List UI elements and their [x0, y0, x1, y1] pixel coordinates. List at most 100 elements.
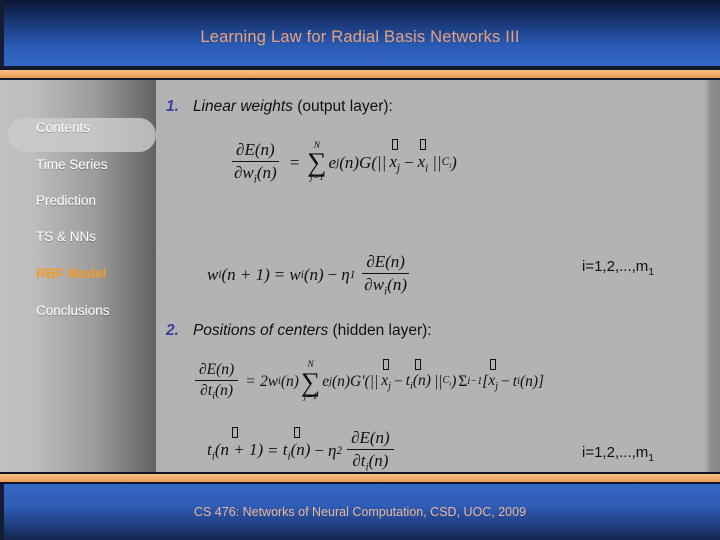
vector-arrow-glyph-icon — [415, 358, 422, 370]
slide-root: Learning Law for Radial Basis Networks I… — [0, 0, 720, 540]
sidebar-item-prediction[interactable]: Prediction — [0, 190, 156, 212]
eq3-x3-sub: j — [495, 381, 499, 393]
eq3-norm-sub: Ci — [442, 375, 451, 388]
eq2-num: ∂E(n) — [362, 252, 409, 274]
vector-arrow-glyph-icon — [419, 138, 426, 150]
eq1-e: e — [328, 152, 337, 172]
eq1-x1-sub: j — [396, 162, 400, 175]
eq3-sigma-sup: −1 — [470, 376, 483, 388]
eq3-vector-t-i: ti(n) — [406, 358, 431, 392]
eq3-t-tail: (n) — [412, 371, 431, 389]
sidebar-item-conclusions[interactable]: Conclusions — [0, 300, 156, 322]
footer-accent-divider — [0, 472, 720, 484]
eq4-equals: = — [268, 440, 278, 460]
bullet-item-1: 1. Linear weights (output layer): — [166, 98, 393, 116]
eq4-eta-sub: 2 — [336, 444, 343, 457]
eq3-minus: − — [393, 372, 403, 390]
eq2-den: ∂wi(n) — [360, 274, 411, 298]
bullet-2-number: 2. — [166, 322, 179, 339]
bullet-1-number: 1. — [166, 98, 179, 115]
eq1-mid: (n)G(|| — [339, 152, 387, 172]
eq4-lhs-tail: (n + 1) — [214, 439, 264, 459]
eq4-vector-t-lhs: ti(n + 1) — [207, 426, 264, 462]
eq4-eta: η — [328, 440, 337, 460]
equation-1-fraction: ∂E(n) ∂wi(n) — [230, 140, 281, 186]
eq2-minus: − — [327, 264, 338, 284]
header-accent-divider — [0, 70, 720, 80]
eq2-eta-sub: 1 — [349, 268, 356, 281]
eq1-close: ) — [451, 152, 457, 172]
eq1-norm: || — [432, 152, 442, 172]
eq2-den-sym: ∂w — [364, 274, 385, 294]
eq3-equals: = — [246, 372, 255, 390]
eq3-two-w: 2w — [259, 372, 279, 390]
eq3-num: ∂E(n) — [195, 361, 239, 381]
eq1-norm-c: C — [441, 155, 450, 168]
eq4-minus: − — [314, 440, 325, 460]
eq4-den-tail: (n) — [368, 450, 389, 470]
index-label-1: i=1,2,...,m1 — [582, 258, 654, 278]
index-label-1-sub: 1 — [648, 266, 655, 278]
index-label-2-text: i=1,2,...,m — [582, 444, 649, 461]
eq2-lhs-w: w — [207, 264, 219, 284]
eq3-vector-x-j-2: xj — [488, 358, 499, 393]
vector-arrow-glyph-icon — [293, 426, 300, 438]
eq3-bracket-close: ] — [538, 372, 545, 390]
sidebar: Contents Time Series Prediction TS & NNs… — [0, 80, 156, 474]
sidebar-item-contents[interactable]: Contents — [0, 117, 156, 139]
eq2-den-tail: (n) — [387, 274, 407, 294]
bullet-1-rest-text: (output layer): — [297, 98, 393, 115]
eq3-vector-x-j: xj — [381, 358, 391, 393]
sidebar-item-ts-and-nns[interactable]: TS & NNs — [0, 226, 156, 248]
page-title: Learning Law for Radial Basis Networks I… — [200, 28, 520, 46]
eq1-x2-sub: i — [425, 162, 429, 175]
eq4-vector-t-rhs: ti(n) — [283, 426, 311, 462]
equation-1-summation: N ∑ j=1 — [307, 141, 327, 184]
equation-1: ∂E(n) ∂wi(n) = N ∑ j=1 e j (n)G(|| xj − xi… — [227, 138, 457, 186]
eq1-norm-sub: Ci — [442, 156, 452, 170]
vector-arrow-glyph-icon — [383, 358, 390, 370]
equation-1-equals: = — [289, 152, 300, 172]
sidebar-item-rbf-model[interactable]: RBF Model — [0, 263, 156, 285]
bullet-2-emphasis: Positions of centers — [192, 322, 329, 339]
eq4-num: ∂E(n) — [347, 428, 394, 450]
equation-3-fraction: ∂E(n) ∂ti(n) — [195, 361, 239, 403]
equation-2: w i (n + 1) = w i (n) − η1 ∂E(n) ∂wi(n) — [207, 252, 414, 298]
eq1-sum-lower: j=1 — [310, 173, 324, 184]
equation-3: ∂E(n) ∂ti(n) = 2w i (n) N ∑ j=1 e j (n)G'(||… — [192, 358, 545, 403]
eq2-rhs-tail: (n) — [303, 264, 324, 284]
eq1-vector-x-i: xi — [417, 138, 429, 175]
eq1-minus: − — [404, 152, 414, 172]
footer-text: CS 476: Networks of Neural Computation, … — [193, 505, 527, 519]
eq3-sum-lower: j=1 — [303, 392, 318, 403]
eq3-two-w-tail: (n) — [280, 372, 299, 390]
vector-arrow-glyph-icon — [490, 358, 497, 370]
eq3-close: ) — [451, 372, 457, 390]
index-label-2: i=1,2,...,m1 — [582, 444, 654, 464]
bullet-1-emphasis: Linear weights — [192, 98, 293, 115]
eq4-den: ∂ti(n) — [348, 450, 392, 474]
index-label-1-text: i=1,2,...,m — [582, 258, 649, 275]
eq3-x1-sub: j — [388, 381, 391, 393]
equation-3-summation: N ∑ j=1 — [301, 360, 320, 403]
equation-4: ti(n + 1) = ti(n) − η2 ∂E(n) ∂ti(n) — [207, 426, 397, 474]
eq4-den-sym: ∂t — [352, 450, 366, 470]
eq1-x2: x — [417, 151, 426, 171]
equation-1-denominator: ∂wi(n) — [230, 162, 281, 186]
index-label-2-sub: 1 — [648, 452, 655, 464]
eq3-norm: || — [433, 372, 443, 390]
eq3-minus-2: − — [501, 372, 510, 390]
eq4-rhs-tail: (n) — [290, 439, 311, 459]
vector-arrow-glyph-icon — [232, 426, 239, 438]
equation-4-fraction: ∂E(n) ∂ti(n) — [347, 428, 394, 474]
eq1-den-sym: ∂w — [234, 162, 254, 182]
eq3-den: ∂ti(n) — [196, 381, 237, 403]
eq1-vector-x-j: xj — [389, 138, 400, 175]
eq3-den-tail: (n) — [214, 381, 234, 399]
sigma-icon: ∑ — [307, 147, 327, 178]
sidebar-item-time-series[interactable]: Time Series — [0, 154, 156, 176]
bullet-item-2: 2. Positions of centers (hidden layer): — [166, 322, 432, 340]
right-edge-shading — [704, 80, 720, 474]
eq2-eta: η — [341, 264, 350, 284]
eq3-mid: (n)G'(|| — [331, 372, 379, 390]
